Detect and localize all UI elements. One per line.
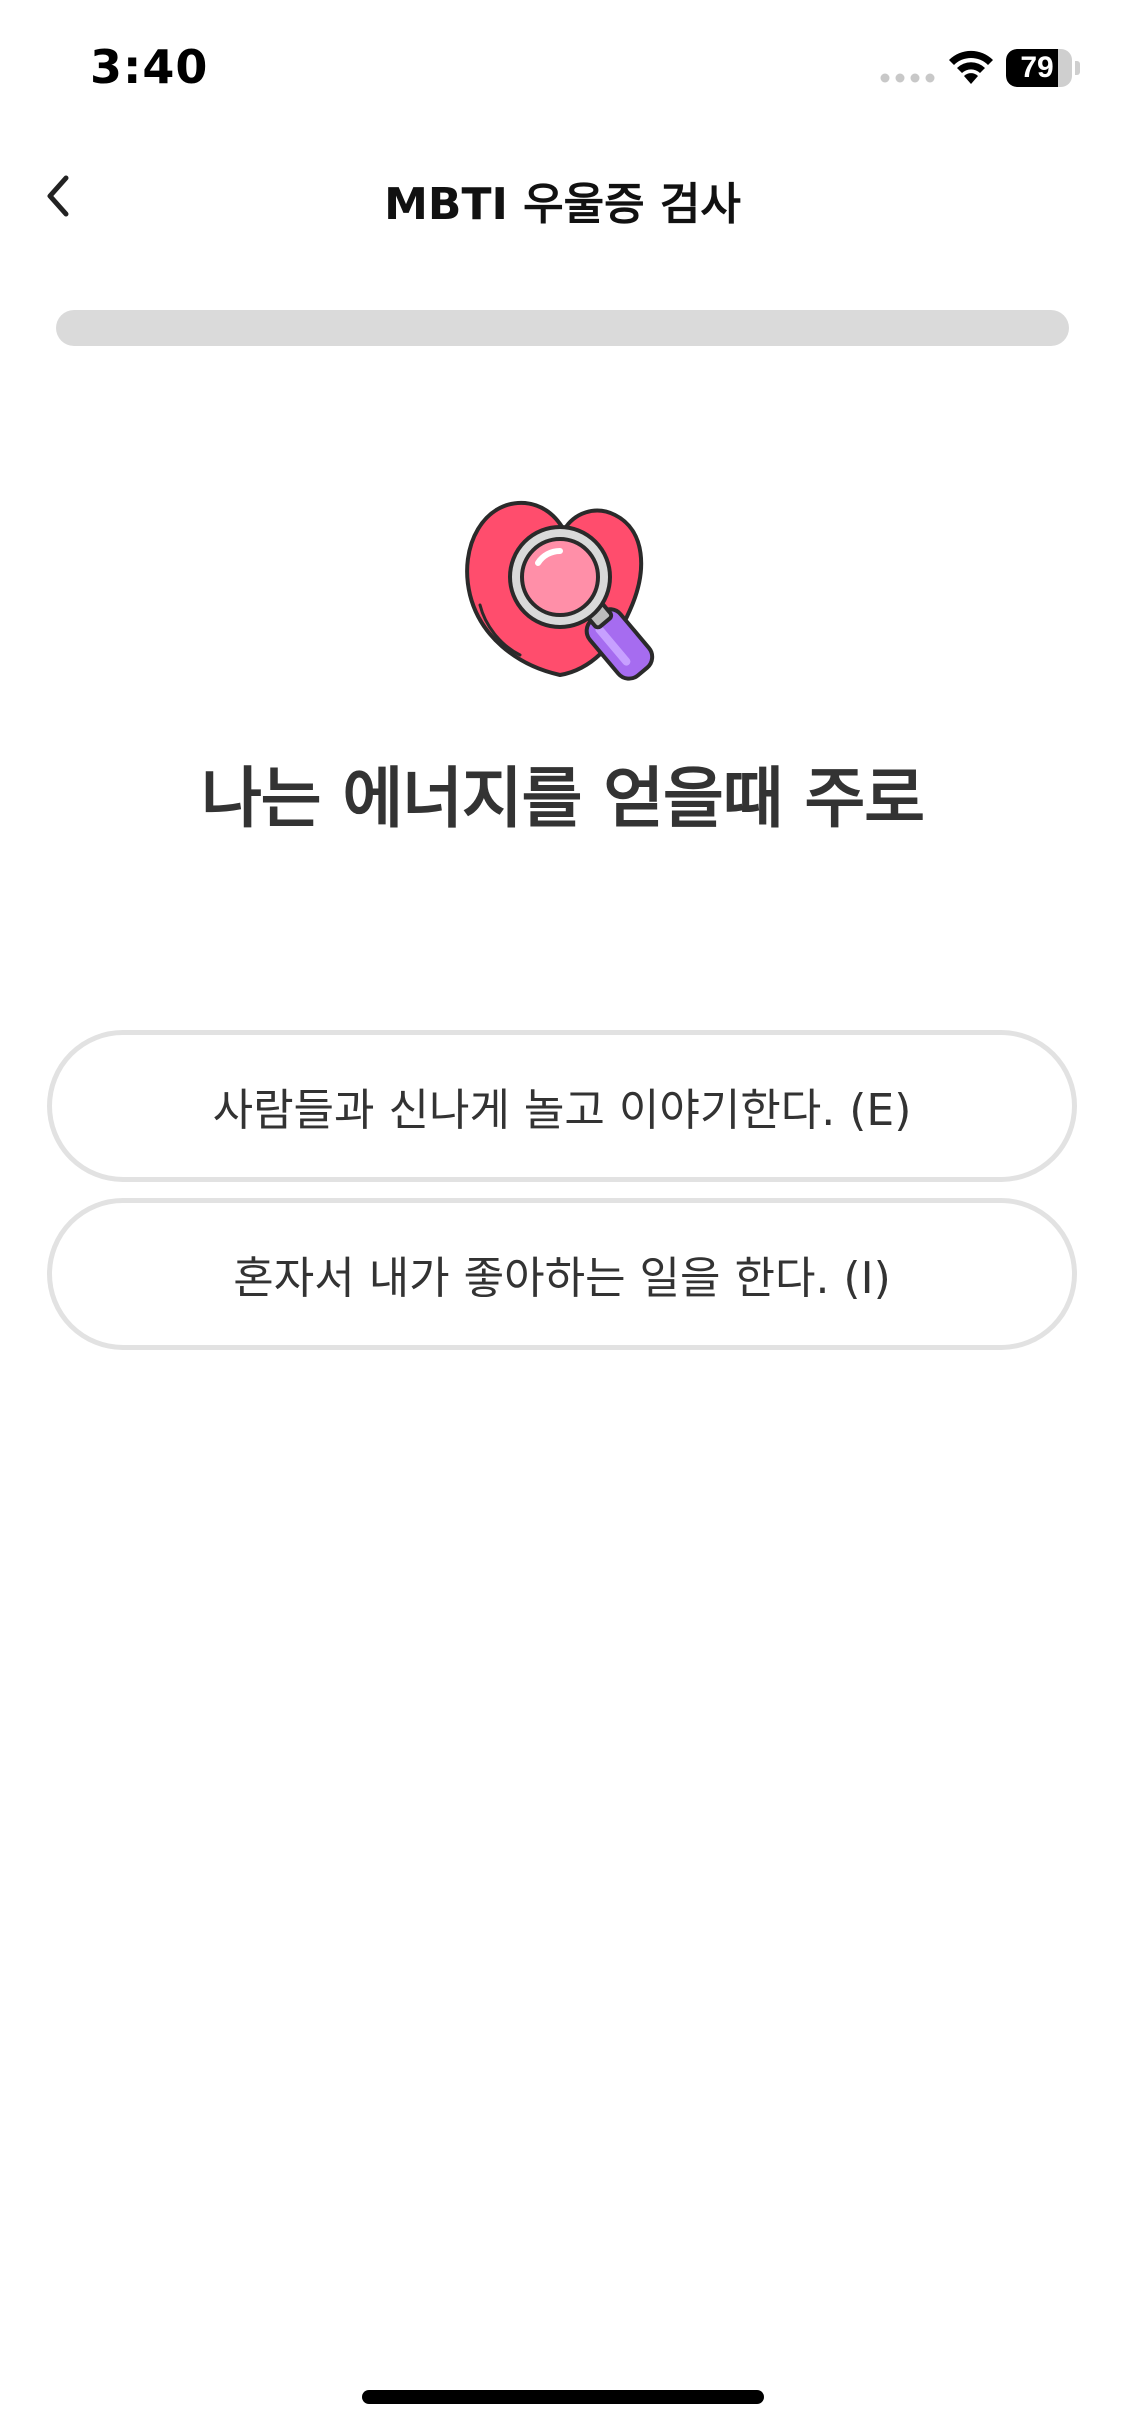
answer-option-i[interactable]: 혼자서 내가 좋아하는 일을 한다. (I)	[47, 1198, 1077, 1350]
signal-dots-icon	[880, 73, 935, 83]
answer-option-label: 혼자서 내가 좋아하는 일을 한다. (I)	[233, 1253, 891, 1304]
battery-icon: 79	[1006, 49, 1080, 87]
question-text: 나는 에너지를 얻을때 주로	[201, 760, 925, 837]
wifi-icon	[949, 50, 993, 84]
status-time: 3:40	[90, 40, 209, 94]
battery-level: 79	[1020, 51, 1054, 84]
progress-bar	[56, 310, 1069, 346]
page-title: MBTI 우울증 검사	[384, 179, 741, 230]
answer-option-e[interactable]: 사람들과 신나게 놀고 이야기한다. (E)	[47, 1030, 1077, 1182]
status-bar: 3:40 79	[0, 0, 1125, 140]
home-indicator[interactable]	[362, 2390, 764, 2404]
header: MBTI 우울증 검사	[0, 150, 1125, 250]
answer-option-label: 사람들과 신나게 놀고 이야기한다. (E)	[212, 1085, 912, 1136]
heart-magnifier-icon	[465, 500, 655, 681]
